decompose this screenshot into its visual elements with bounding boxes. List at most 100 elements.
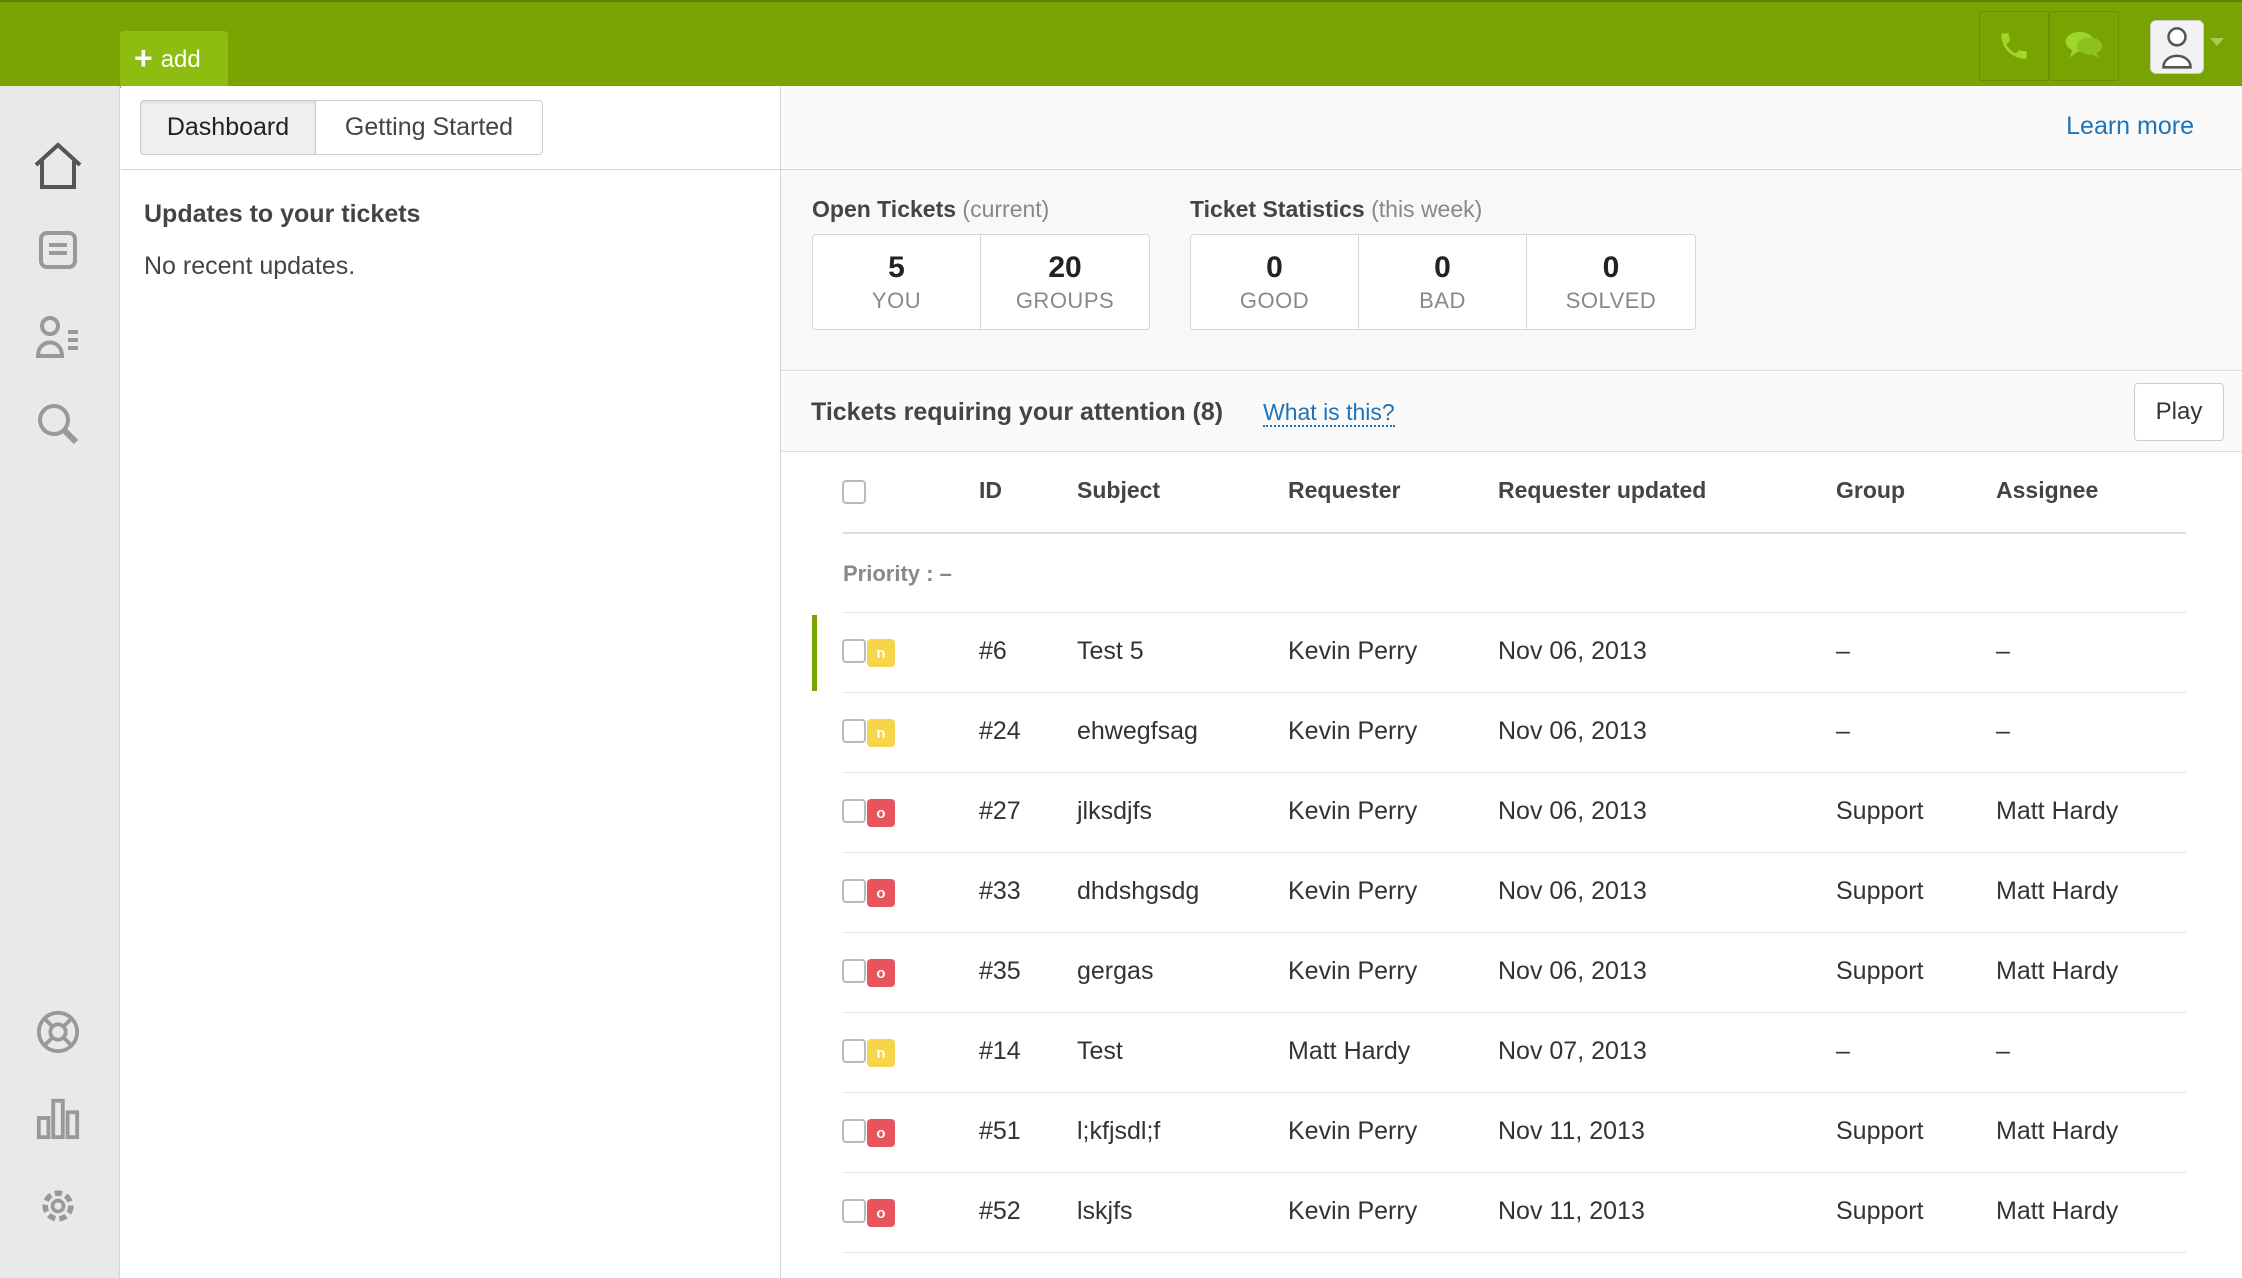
group-label-priority: Priority : –: [843, 561, 952, 586]
ticket-id: #35: [979, 957, 1021, 985]
ticket-requester: Kevin Perry: [1288, 1117, 1418, 1145]
reporting-icon: [36, 1098, 80, 1140]
ticket-id: #6: [979, 637, 1007, 665]
column-header-requester[interactable]: Requester: [1288, 477, 1400, 504]
ticket-assignee: Matt Hardy: [1996, 877, 2119, 905]
ticket-assignee: Matt Hardy: [1996, 797, 2119, 825]
column-header-group[interactable]: Group: [1836, 477, 1905, 504]
learn-more-link[interactable]: Learn more: [2066, 112, 2194, 141]
ticket-subject: dhdshgsdg: [1077, 877, 1200, 905]
ticket-requester-updated: Nov 06, 2013: [1498, 637, 1647, 665]
table-row[interactable]: o #51 l;kfjsdl;f Kevin Perry Nov 11, 2013 Sup…: [781, 1093, 2242, 1173]
dashboard-tabs: Dashboard Getting Started: [121, 86, 781, 170]
play-button[interactable]: Play: [2134, 383, 2224, 441]
sidebar-item-views[interactable]: [30, 222, 86, 278]
row-checkbox[interactable]: [842, 879, 866, 903]
table-row[interactable]: o #27 jlksdjfs Kevin Perry Nov 06, 2013 Suppo…: [781, 773, 2242, 853]
views-title: Tickets requiring your attention (8): [811, 398, 1224, 426]
ticket-assignee: Matt Hardy: [1996, 1117, 2119, 1145]
ticket-id: #52: [979, 1197, 1021, 1225]
user-avatar[interactable]: [2150, 20, 2204, 74]
stat-value: 0: [1266, 250, 1283, 284]
voice-button[interactable]: [1979, 11, 2049, 81]
sidebar: [0, 86, 120, 1278]
stats-area: Open Tickets (current) 5 YOU 20 GROUPS T…: [781, 170, 2242, 371]
row-checkbox[interactable]: [842, 1119, 866, 1143]
user-icon: [2162, 27, 2192, 69]
row-checkbox[interactable]: [842, 1039, 866, 1063]
ticket-group: –: [1836, 717, 1850, 745]
sidebar-item-home[interactable]: [30, 138, 86, 194]
tab-getting-started[interactable]: Getting Started: [316, 100, 543, 155]
selected-row-indicator: [812, 615, 817, 691]
stat-value: 0: [1434, 250, 1451, 284]
ticket-id: #33: [979, 877, 1021, 905]
status-badge: o: [867, 1119, 895, 1147]
row-checkbox[interactable]: [842, 1199, 866, 1223]
row-checkbox[interactable]: [842, 799, 866, 823]
what-is-this-link[interactable]: What is this?: [1263, 399, 1395, 428]
ticket-assignee: –: [1996, 1037, 2010, 1065]
stat-groups[interactable]: 20 GROUPS: [981, 235, 1149, 329]
views-icon: [39, 231, 77, 269]
row-divider: [843, 1252, 2186, 1253]
ticket-statistics-qualifier: (this week): [1371, 196, 1483, 222]
chevron-down-icon[interactable]: [2210, 38, 2224, 46]
ticket-requester: Kevin Perry: [1288, 637, 1418, 665]
ticket-group: Support: [1836, 1197, 1924, 1225]
status-badge: o: [867, 799, 895, 827]
column-header-subject[interactable]: Subject: [1077, 477, 1160, 504]
row-checkbox[interactable]: [842, 719, 866, 743]
sidebar-item-search[interactable]: [30, 396, 86, 452]
ticket-group: Support: [1836, 797, 1924, 825]
column-header-assignee[interactable]: Assignee: [1996, 477, 2098, 504]
search-icon: [38, 404, 79, 445]
stat-label: YOU: [871, 287, 922, 313]
table-row[interactable]: o #52 lskjfs Kevin Perry Nov 11, 2013 Support…: [781, 1173, 2242, 1253]
top-bar: + add: [0, 0, 2242, 88]
stat-good[interactable]: 0 GOOD: [1191, 235, 1359, 329]
column-header-id[interactable]: ID: [979, 477, 1002, 504]
table-row[interactable]: n #24 ehwegfsag Kevin Perry Nov 06, 2013 – –: [781, 693, 2242, 773]
row-checkbox[interactable]: [842, 639, 866, 663]
ticket-id: #24: [979, 717, 1021, 745]
ticket-subject: lskjfs: [1077, 1197, 1133, 1225]
stat-label: GOOD: [1239, 287, 1310, 313]
table-row[interactable]: n #14 Test Matt Hardy Nov 07, 2013 – –: [781, 1013, 2242, 1093]
ticket-requester-updated: Nov 07, 2013: [1498, 1037, 1647, 1065]
sidebar-item-settings[interactable]: [30, 1178, 86, 1234]
table-row[interactable]: n #6 Test 5 Kevin Perry Nov 06, 2013 – –: [781, 613, 2242, 693]
settings-icon: [42, 1190, 74, 1222]
ticket-subject: Test 5: [1077, 637, 1144, 665]
stat-label: GROUPS: [1015, 287, 1115, 313]
ticket-subject: Test: [1077, 1037, 1123, 1065]
ticket-subject: ehwegfsag: [1077, 717, 1198, 745]
updates-empty-message: No recent updates.: [144, 252, 356, 280]
row-checkbox[interactable]: [842, 959, 866, 983]
ticket-assignee: –: [1996, 717, 2010, 745]
status-badge: n: [867, 719, 895, 747]
tickets-table: ID Subject Requester Requester updated G…: [781, 453, 2242, 1278]
ticket-requester-updated: Nov 06, 2013: [1498, 797, 1647, 825]
ticket-assignee: Matt Hardy: [1996, 957, 2119, 985]
ticket-subject: l;kfjsdl;f: [1077, 1117, 1161, 1145]
ticket-subject: jlksdjfs: [1077, 797, 1153, 825]
ticket-requester-updated: Nov 11, 2013: [1498, 1197, 1645, 1225]
table-row[interactable]: o #33 dhdshgsdg Kevin Perry Nov 06, 2013 Supp…: [781, 853, 2242, 933]
tab-dashboard[interactable]: Dashboard: [140, 100, 316, 155]
select-all-checkbox[interactable]: [842, 480, 866, 504]
ticket-id: #51: [979, 1117, 1021, 1145]
stat-solved[interactable]: 0 SOLVED: [1527, 235, 1695, 329]
table-row[interactable]: o #35 gergas Kevin Perry Nov 06, 2013 Support…: [781, 933, 2242, 1013]
home-icon: [34, 142, 82, 189]
sidebar-item-reporting[interactable]: [30, 1090, 86, 1146]
ticket-requester-updated: Nov 06, 2013: [1498, 717, 1647, 745]
ticket-requester: Kevin Perry: [1288, 717, 1418, 745]
column-header-requester-updated[interactable]: Requester updated: [1498, 477, 1706, 504]
sidebar-item-customers[interactable]: [30, 308, 86, 364]
sidebar-item-help-center[interactable]: [30, 1004, 86, 1060]
chat-button[interactable]: [2049, 11, 2119, 81]
add-button[interactable]: + add: [120, 31, 228, 88]
stat-bad[interactable]: 0 BAD: [1359, 235, 1527, 329]
stat-you[interactable]: 5 YOU: [813, 235, 981, 329]
